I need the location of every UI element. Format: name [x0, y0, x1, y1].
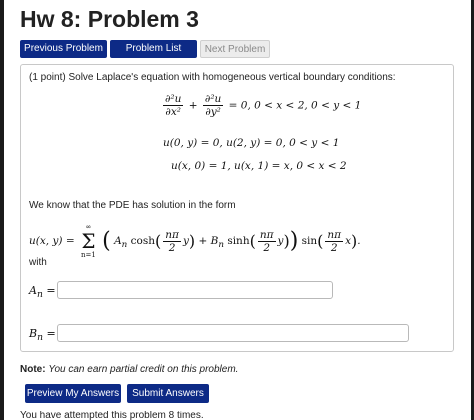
problem-panel: (1 point) Solve Laplace's equation with … — [20, 64, 454, 352]
next-problem-button[interactable]: Next Problem — [200, 40, 270, 58]
problem-list-button[interactable]: Problem List — [110, 40, 197, 58]
laplace-equation: ∂²u ∂x² + ∂²u ∂y² = 0, 0 < x < 2, 0 < y … — [161, 93, 361, 118]
plus-sign: + — [188, 99, 198, 112]
sin-fn: sin — [301, 235, 318, 247]
note-label: Note: — [20, 364, 46, 375]
coef-a-sub: n — [121, 240, 128, 251]
an-label: An = — [29, 284, 56, 300]
an-equals: = — [42, 284, 56, 297]
summation-symbol: ∞ Σ n=1 — [80, 223, 96, 259]
fraction-den: ∂y² — [205, 106, 221, 118]
solution-form-text: We know that the PDE has solution in the… — [29, 200, 236, 211]
bn-label: Bn = — [29, 327, 56, 343]
coef-b-sub: n — [218, 240, 224, 251]
coef-b: + B — [198, 235, 219, 247]
series-lhs: u(x, y) = — [29, 235, 75, 247]
fraction-num: nπ — [325, 228, 344, 242]
sum-lower-limit: n=1 — [80, 251, 96, 259]
fraction-den: 2 — [168, 241, 176, 254]
attempts-text: You have attempted this problem 8 times. — [20, 411, 204, 420]
note-text: You can earn partial credit on this prob… — [48, 364, 239, 375]
fraction-den: 2 — [330, 241, 338, 254]
problem-statement: (1 point) Solve Laplace's equation with … — [29, 72, 396, 83]
fraction-npi-2: nπ 2 — [257, 228, 276, 254]
cosh-fn: cosh — [130, 235, 156, 247]
fraction-uyy: ∂²u ∂y² — [202, 93, 224, 118]
previous-problem-button[interactable]: Previous Problem — [20, 40, 107, 58]
submit-answers-button[interactable]: Submit Answers — [127, 384, 209, 403]
fraction-den: 2 — [263, 241, 271, 254]
coef-a: A — [114, 235, 122, 247]
fraction-num: nπ — [257, 228, 276, 242]
fraction-den: ∂x² — [165, 106, 181, 118]
fraction-npi-2: nπ 2 — [325, 228, 344, 254]
bn-equals: = — [43, 327, 56, 340]
bn-answer-input[interactable] — [57, 324, 409, 342]
fraction-uxx: ∂²u ∂x² — [163, 93, 184, 118]
partial-credit-note: Note: You can earn partial credit on thi… — [20, 364, 238, 375]
fraction-npi-2: nπ 2 — [163, 229, 181, 254]
an-answer-input[interactable] — [57, 281, 333, 299]
bn-letter: B — [29, 327, 38, 340]
laplace-domain: = 0, 0 < x < 2, 0 < y < 1 — [228, 99, 362, 112]
page-title: Hw 8: Problem 3 — [20, 6, 199, 32]
series-solution: u(x, y) = ∞ Σ n=1 ( An cosh(nπ 2 y) + Bn s… — [29, 223, 361, 259]
preview-answers-button[interactable]: Preview My Answers — [25, 384, 121, 403]
with-label: with — [29, 257, 47, 268]
boundary-conditions-y: u(x, 0) = 1, u(x, 1) = x, 0 < x < 2 — [171, 160, 347, 172]
boundary-conditions-x: u(0, y) = 0, u(2, y) = 0, 0 < y < 1 — [163, 137, 340, 149]
sinh-fn: sinh — [227, 235, 250, 247]
series-end: . — [357, 235, 361, 247]
fraction-num: nπ — [163, 228, 181, 242]
fraction-num: ∂²u — [202, 93, 224, 106]
fraction-num: ∂²u — [163, 93, 184, 106]
an-letter: A — [29, 284, 37, 297]
left-edge-bar — [0, 0, 4, 420]
